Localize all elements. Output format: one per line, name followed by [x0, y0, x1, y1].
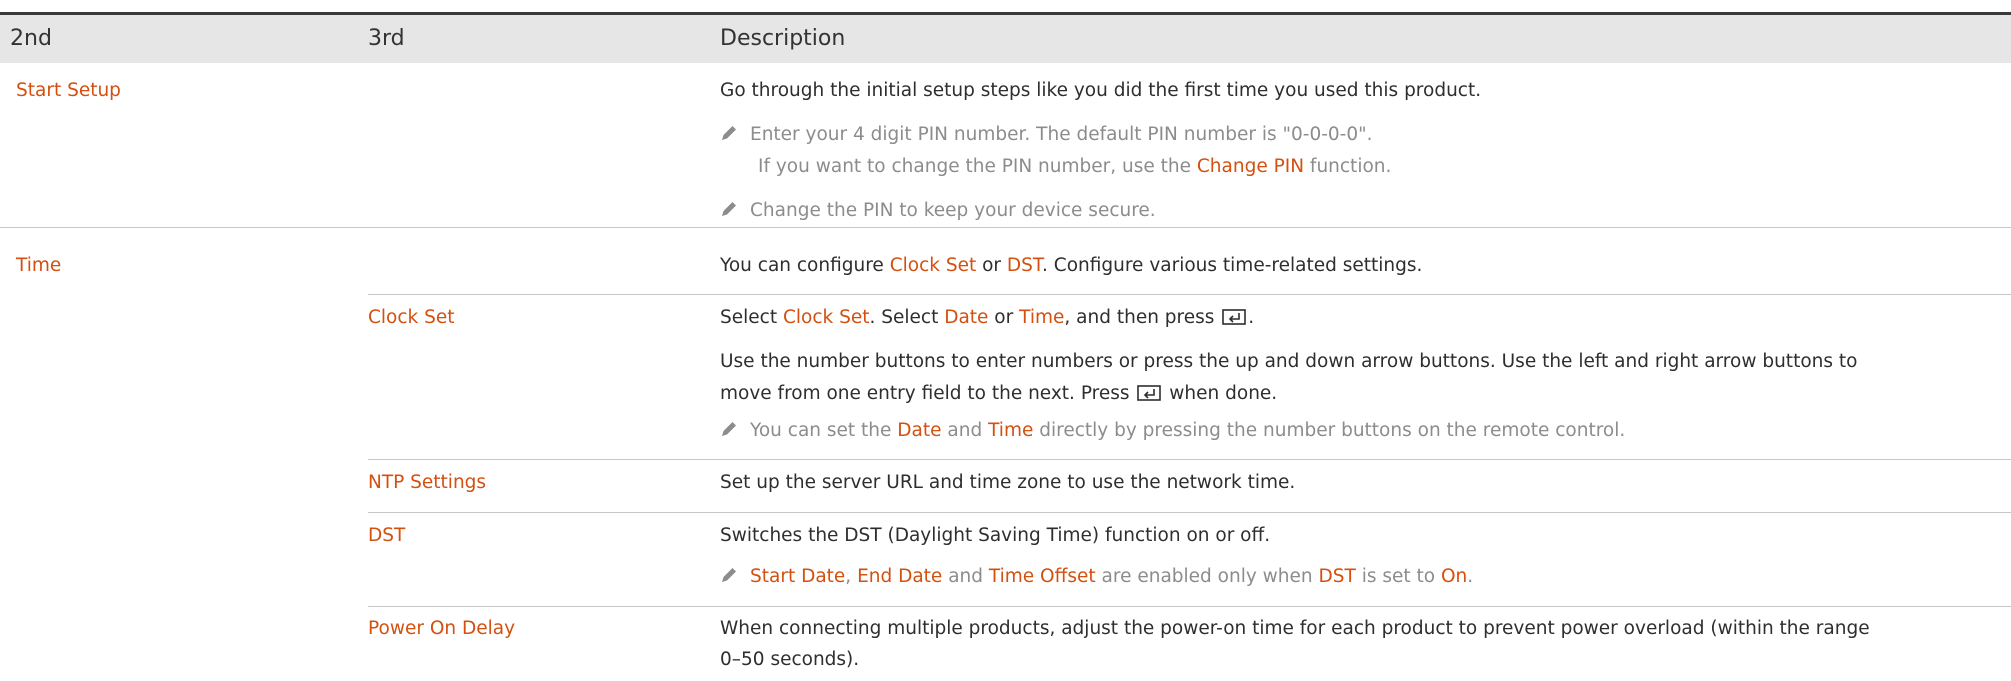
- row-divider: [368, 459, 2011, 460]
- clock-set-desc-2: Use the number buttons to enter numbers …: [720, 351, 1858, 372]
- note-text: and: [942, 566, 989, 587]
- start-setup-note-2-text: Change the PIN to keep your device secur…: [750, 200, 1156, 221]
- date-term: Date: [944, 307, 989, 328]
- row-label-ntp-settings: NTP Settings: [368, 472, 487, 493]
- desc-text: or: [988, 307, 1020, 328]
- ntp-settings-desc: Set up the server URL and time zone to u…: [720, 472, 1296, 493]
- on-term: On: [1440, 566, 1468, 587]
- start-setup-note-1-line-2: If you want to change the PIN number, us…: [758, 154, 1391, 180]
- start-setup-note-1: Enter your 4 digit PIN number. The defau…: [720, 122, 1373, 148]
- header-description: Description: [720, 26, 846, 51]
- clock-set-term: Clock Set: [782, 307, 870, 328]
- time-offset-term: Time Offset: [988, 566, 1096, 587]
- note-text: directly by pressing the number buttons …: [1033, 420, 1626, 441]
- row-divider: [0, 227, 2011, 228]
- desc-text: or: [976, 255, 1007, 276]
- row-label-clock-set: Clock Set: [368, 307, 455, 328]
- row-label-power-on-delay: Power On Delay: [368, 618, 516, 639]
- row-divider: [368, 294, 2011, 295]
- change-pin-term: Change PIN: [1196, 156, 1305, 177]
- desc-text: Select: [720, 307, 783, 328]
- row-divider: [368, 606, 2011, 607]
- note-text: and: [941, 420, 989, 441]
- desc-text: , and then press: [1064, 307, 1221, 328]
- clock-set-term: Clock Set: [889, 255, 977, 276]
- enter-key-icon: [1137, 385, 1162, 401]
- note-text: function.: [1304, 156, 1392, 177]
- clock-set-note: You can set the Date and Time directly b…: [720, 418, 1625, 444]
- power-on-delay-desc-1: When connecting multiple products, adjus…: [720, 618, 1870, 639]
- clock-set-desc-3: move from one entry field to the next. P…: [720, 381, 1277, 407]
- dst-term: DST: [1006, 255, 1043, 276]
- end-date-term: End Date: [857, 566, 943, 587]
- row-label-start-setup: Start Setup: [16, 80, 121, 101]
- enter-key-icon: [1222, 309, 1247, 325]
- row-label-time: Time: [16, 255, 62, 276]
- desc-text: move from one entry field to the next. P…: [720, 383, 1136, 404]
- desc-text: . Configure various time-related setting…: [1042, 255, 1423, 276]
- time-term: Time: [988, 420, 1034, 441]
- desc-text: when done.: [1163, 383, 1278, 404]
- row-divider: [368, 512, 2011, 513]
- settings-table: 2nd 3rd Description Start Setup Go throu…: [0, 0, 2011, 681]
- desc-text: . Select: [869, 307, 945, 328]
- pencil-icon: [722, 422, 736, 436]
- note-text: .: [1467, 566, 1474, 587]
- note-text: ,: [845, 566, 858, 587]
- note-text: You can set the: [750, 420, 898, 441]
- time-term: Time: [1019, 307, 1065, 328]
- row-label-dst: DST: [368, 525, 406, 546]
- table-header: 2nd 3rd Description: [0, 15, 2011, 63]
- header-3rd: 3rd: [368, 26, 405, 51]
- start-setup-note-2: Change the PIN to keep your device secur…: [720, 198, 1156, 224]
- power-on-delay-desc-2: 0–50 seconds).: [720, 649, 860, 670]
- pencil-icon: [722, 568, 736, 582]
- desc-text: You can configure: [720, 255, 890, 276]
- start-setup-desc: Go through the initial setup steps like …: [720, 80, 1482, 101]
- date-term: Date: [897, 420, 942, 441]
- note-text: are enabled only when: [1095, 566, 1319, 587]
- note-text: is set to: [1355, 566, 1441, 587]
- dst-term: DST: [1318, 566, 1356, 587]
- pencil-icon: [722, 126, 736, 140]
- time-desc: You can configure Clock Set or DST. Conf…: [720, 253, 1422, 279]
- header-2nd: 2nd: [10, 26, 52, 51]
- dst-note: Start Date, End Date and Time Offset are…: [720, 564, 1473, 590]
- dst-desc: Switches the DST (Daylight Saving Time) …: [720, 525, 1271, 546]
- pencil-icon: [722, 202, 736, 216]
- note-text: If you want to change the PIN number, us…: [758, 156, 1197, 177]
- desc-text: .: [1248, 307, 1255, 328]
- start-setup-note-1-text: Enter your 4 digit PIN number. The defau…: [750, 124, 1373, 145]
- clock-set-desc-1: Select Clock Set. Select Date or Time, a…: [720, 305, 1254, 331]
- start-date-term: Start Date: [750, 566, 846, 587]
